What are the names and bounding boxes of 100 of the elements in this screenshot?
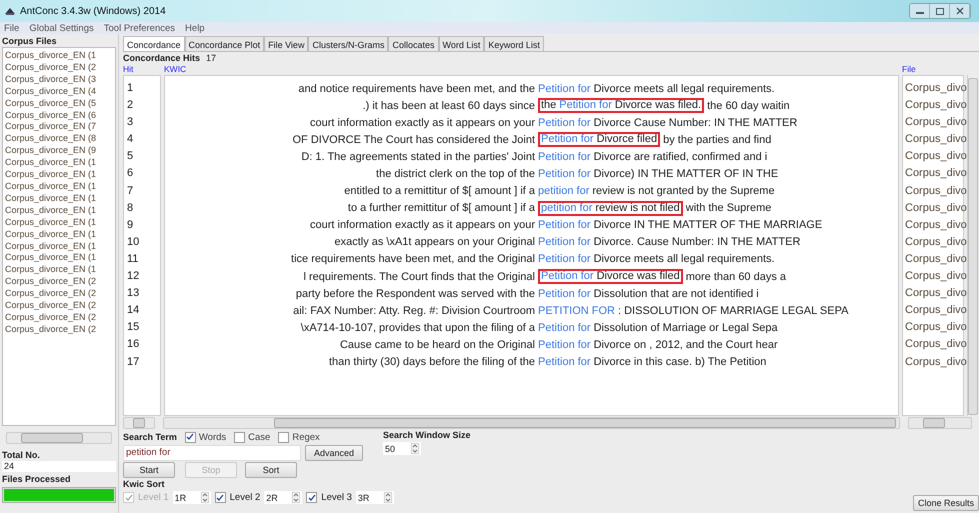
search-field[interactable]: petition for: [123, 444, 301, 460]
tab[interactable]: Collocates: [388, 36, 438, 51]
hit-number: 13: [126, 286, 140, 302]
file-item[interactable]: Corpus_divorce_EN (2: [5, 300, 115, 312]
file-item[interactable]: Corpus_divorce_EN (6: [5, 110, 115, 122]
file-item[interactable]: Corpus_divorce_EN (3: [5, 74, 115, 86]
file-item[interactable]: Corpus_divorce_EN (1: [5, 204, 115, 217]
hit-number: 10: [126, 234, 140, 250]
spinner-arrows-icon[interactable]: [384, 492, 392, 503]
check-icon: [186, 433, 194, 441]
file-item[interactable]: Corpus_divorce_EN (2: [5, 62, 115, 74]
hit-number: 7: [126, 184, 134, 199]
scroll-thumb[interactable]: [923, 418, 945, 428]
scrollbar[interactable]: [908, 417, 972, 429]
clone-results-button[interactable]: Clone Results: [912, 495, 979, 511]
keyword: Petition for: [541, 271, 594, 282]
tab[interactable]: Concordance Plot: [184, 36, 264, 51]
menu-item[interactable]: Global Settings: [29, 22, 94, 34]
right-context: by the parties and find: [663, 134, 772, 146]
level-label: Level 1: [138, 492, 169, 503]
tab[interactable]: Keyword List: [484, 36, 544, 51]
spin-field[interactable]: 50: [383, 442, 422, 455]
scroll-thumb[interactable]: [133, 418, 145, 428]
file-item[interactable]: Corpus_divorce_EN (2: [5, 288, 115, 300]
menu-item[interactable]: Help: [185, 22, 205, 34]
column-header[interactable]: File: [902, 64, 964, 75]
action-button[interactable]: Start: [123, 462, 175, 478]
file-item[interactable]: Corpus_divorce_EN (8: [5, 133, 115, 146]
spin-field[interactable]: 3R: [356, 491, 394, 504]
file-item[interactable]: Corpus_divorce_EN (1: [5, 252, 115, 264]
left-context: .) it has been at least 60 days since: [362, 100, 536, 112]
file-item[interactable]: Corpus_divorce_EN (1: [5, 50, 115, 62]
maximize-icon: [936, 8, 944, 14]
left-context: court information exactly as it appears on your: [308, 116, 536, 129]
context-text: review is not filed: [595, 202, 680, 214]
right-context: Divorce meets all legal requirements.: [594, 82, 775, 95]
hit-number: 8: [126, 200, 134, 216]
scrollbar[interactable]: [6, 432, 112, 444]
checkbox[interactable]: [306, 492, 318, 503]
advanced-button[interactable]: Advanced: [305, 444, 364, 460]
app-icon: [4, 6, 16, 16]
left-context: Cause came to be heard on the Original: [338, 338, 536, 351]
right-context: Divorce meets all legal requirements.: [594, 253, 775, 266]
column-header[interactable]: KWIC: [164, 64, 899, 75]
checkbox-label: Regex: [292, 432, 320, 442]
spin-field[interactable]: 2R: [264, 491, 302, 504]
checkbox-label: Case: [248, 432, 270, 442]
tab[interactable]: Clusters/N-Grams: [308, 36, 388, 51]
file-item[interactable]: Corpus_divorce_EN (2: [5, 276, 115, 288]
file-item[interactable]: Corpus_divorce_EN (1: [5, 169, 115, 181]
right-context: Dissolution that are not identified i: [594, 288, 759, 300]
keyword: Petition for: [538, 168, 591, 180]
checkbox[interactable]: [278, 432, 290, 442]
file-item[interactable]: Corpus_divorce_EN (2: [5, 312, 115, 324]
scrollbar[interactable]: [123, 417, 155, 429]
file-item[interactable]: Corpus_divorce_EN (1: [5, 264, 115, 276]
left-context: the district clerk on the top of the: [375, 168, 536, 180]
maximize-button[interactable]: [930, 4, 950, 18]
file-item[interactable]: Corpus_divorce_EN (1: [5, 157, 115, 170]
checkbox[interactable]: [184, 432, 196, 442]
keyword: Petition for: [538, 322, 591, 334]
action-button[interactable]: Sort: [245, 462, 297, 478]
context-text: Divorce filed: [596, 134, 658, 146]
file-item[interactable]: Corpus_divorce_EN (2: [5, 324, 115, 336]
file-item[interactable]: Corpus_divorce_EN (7: [5, 121, 115, 134]
tab[interactable]: Concordance: [123, 36, 185, 51]
left-context: and notice requirements have been met, and the: [297, 82, 536, 95]
checkbox[interactable]: [214, 492, 226, 503]
file-item[interactable]: Corpus_divorce_EN (9: [5, 145, 115, 158]
keyword: Petition for: [538, 236, 591, 248]
spinner-arrows-icon[interactable]: [411, 443, 420, 454]
hit-number: 15: [126, 320, 140, 336]
file-item[interactable]: Corpus_divorce_EN (1: [5, 216, 115, 229]
right-context: more than 60 days a: [686, 270, 786, 283]
keyword: PETITION FOR: [538, 304, 615, 317]
column-header[interactable]: Hit: [123, 64, 161, 75]
scroll-thumb[interactable]: [21, 433, 83, 443]
tab[interactable]: Word List: [438, 36, 484, 51]
keyword: Petition for: [538, 253, 591, 266]
spinner-arrows-icon[interactable]: [292, 492, 300, 503]
tab[interactable]: File View: [264, 36, 308, 51]
file-item[interactable]: Corpus_divorce_EN (1: [5, 180, 115, 193]
left-context: entitled to a remittitur of $[ amount ] if a: [343, 185, 536, 198]
search-term-label: Search Term: [123, 432, 177, 442]
close-button[interactable]: [950, 4, 970, 18]
scroll-thumb[interactable]: [274, 418, 896, 428]
menu-item[interactable]: Tool Preferences: [104, 22, 176, 34]
spinner-arrows-icon[interactable]: [200, 492, 209, 503]
file-item[interactable]: Corpus_divorce_EN (1: [5, 240, 115, 252]
file-item[interactable]: Corpus_divorce_EN (5: [5, 98, 115, 110]
menu-item[interactable]: File: [4, 22, 20, 34]
keyword: Petition for: [538, 82, 591, 95]
checkbox[interactable]: [234, 432, 246, 442]
minimize-button[interactable]: [910, 4, 930, 18]
file-item[interactable]: Corpus_divorce_EN (1: [5, 192, 115, 205]
scrollbar[interactable]: [163, 417, 900, 429]
file-item[interactable]: Corpus_divorce_EN (1: [5, 228, 115, 240]
right-context: with the Supreme: [686, 202, 772, 214]
file-item[interactable]: Corpus_divorce_EN (4: [5, 86, 115, 98]
keyword: Petition for: [538, 288, 591, 300]
